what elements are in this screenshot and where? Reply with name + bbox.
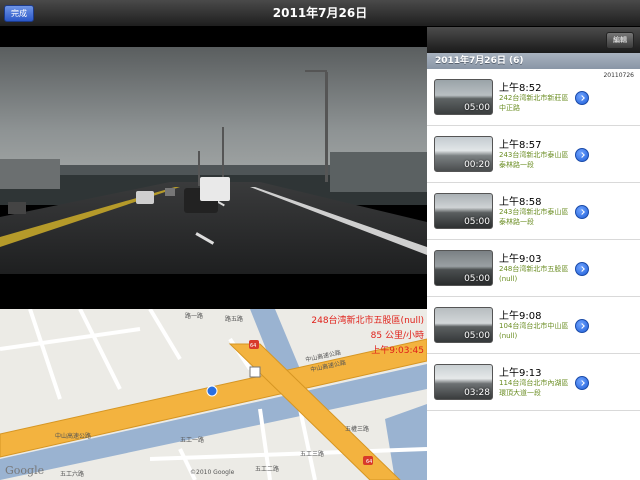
overlay-address: 248台湾新北市五股區(null) bbox=[311, 316, 424, 326]
detail-disclosure-icon[interactable] bbox=[575, 205, 589, 219]
overlay-time: 上午9:03:45 bbox=[371, 346, 424, 356]
player-pane: 64 64 中山高速公路 中山高速公路 中山高速公路 五工一路 五工二路 五工六… bbox=[0, 27, 427, 480]
item-location: 248台湾新北市五股區(null) bbox=[499, 265, 569, 283]
video-thumbnail: 03:28 bbox=[434, 364, 493, 400]
video-player[interactable] bbox=[0, 27, 427, 309]
duration-label: 05:00 bbox=[464, 217, 490, 227]
road-label: 路一路 bbox=[185, 313, 204, 320]
overlay-speed: 85 公里/小時 bbox=[370, 331, 424, 341]
date-code: 20110726 bbox=[603, 72, 634, 79]
road-label: 五工一路 bbox=[180, 437, 205, 444]
done-button[interactable]: 完成 bbox=[4, 5, 34, 22]
detail-disclosure-icon[interactable] bbox=[575, 148, 589, 162]
item-location: 104台湾台北市中山區(null) bbox=[499, 322, 569, 340]
list-item[interactable]: 05:00 上午8:58 243台湾新北市泰山區泰林路一段 bbox=[427, 183, 640, 240]
item-time: 上午8:58 bbox=[499, 197, 542, 208]
video-frame bbox=[0, 47, 427, 274]
road-label: 五權三路 bbox=[345, 426, 370, 433]
duration-label: 00:20 bbox=[464, 160, 490, 170]
list-toolbar: 編輯 bbox=[427, 27, 640, 53]
item-location: 242台湾新北市新莊區中正路 bbox=[499, 94, 569, 112]
duration-label: 05:00 bbox=[464, 103, 490, 113]
duration-label: 03:28 bbox=[464, 388, 490, 398]
duration-label: 05:00 bbox=[464, 274, 490, 284]
road-label: 五工二路 bbox=[255, 466, 280, 473]
list-item[interactable]: 05:00 上午9:08 104台湾台北市中山區(null) bbox=[427, 297, 640, 354]
section-header: 2011年7月26日 (6) bbox=[427, 53, 640, 69]
location-overlay: 248台湾新北市五股區(null) 85 公里/小時 上午9:03:45 bbox=[311, 314, 424, 359]
item-location: 114台湾台北市內湖區環頂大道一段 bbox=[499, 379, 569, 397]
dashcam-scene bbox=[0, 47, 427, 274]
list-item[interactable]: 05:00 上午9:03 248台湾新北市五股區(null) bbox=[427, 240, 640, 297]
recording-list: 05:00 上午8:52 242台湾新北市新莊區中正路 00:20 上午8:57… bbox=[427, 69, 640, 411]
item-location: 243台湾新北市泰山區泰林路一段 bbox=[499, 151, 569, 169]
item-time: 上午8:57 bbox=[499, 140, 542, 151]
detail-disclosure-icon[interactable] bbox=[575, 319, 589, 333]
video-thumbnail: 05:00 bbox=[434, 250, 493, 286]
item-location: 243台湾新北市泰山區泰林路一段 bbox=[499, 208, 569, 226]
google-logo: Google bbox=[5, 464, 45, 477]
video-thumbnail: 05:00 bbox=[434, 193, 493, 229]
list-item[interactable]: 00:20 上午8:57 243台湾新北市泰山區泰林路一段 bbox=[427, 126, 640, 183]
road-label: 五工三路 bbox=[300, 451, 325, 458]
detail-disclosure-icon[interactable] bbox=[575, 376, 589, 390]
navigation-bar: 完成 2011年7月26日 bbox=[0, 0, 640, 27]
duration-label: 05:00 bbox=[464, 331, 490, 341]
item-time: 上午9:08 bbox=[499, 311, 542, 322]
video-thumbnail: 05:00 bbox=[434, 79, 493, 115]
detail-disclosure-icon[interactable] bbox=[575, 91, 589, 105]
road-shield-label: 64 bbox=[250, 343, 257, 349]
video-thumbnail: 05:00 bbox=[434, 307, 493, 343]
item-time: 上午9:13 bbox=[499, 368, 542, 379]
detail-disclosure-icon[interactable] bbox=[575, 262, 589, 276]
map-copyright: ©2010 Google bbox=[190, 469, 235, 476]
road-shield-label-2: 64 bbox=[366, 459, 373, 465]
road-label: 路五路 bbox=[225, 316, 244, 323]
road-label: 中山高速公路 bbox=[55, 433, 92, 440]
item-time: 上午8:52 bbox=[499, 83, 542, 94]
video-thumbnail: 00:20 bbox=[434, 136, 493, 172]
edit-button[interactable]: 編輯 bbox=[606, 32, 634, 49]
page-title: 2011年7月26日 bbox=[272, 6, 368, 20]
map-view[interactable]: 64 64 中山高速公路 中山高速公路 中山高速公路 五工一路 五工二路 五工六… bbox=[0, 309, 427, 480]
item-time: 上午9:03 bbox=[499, 254, 542, 265]
list-item[interactable]: 03:28 上午9:13 114台湾台北市內湖區環頂大道一段 bbox=[427, 354, 640, 411]
road-label: 五工六路 bbox=[60, 471, 85, 478]
recording-list-pane: 編輯 2011年7月26日 (6) 05:00 上午8:52 242台湾新北市新… bbox=[427, 27, 640, 480]
